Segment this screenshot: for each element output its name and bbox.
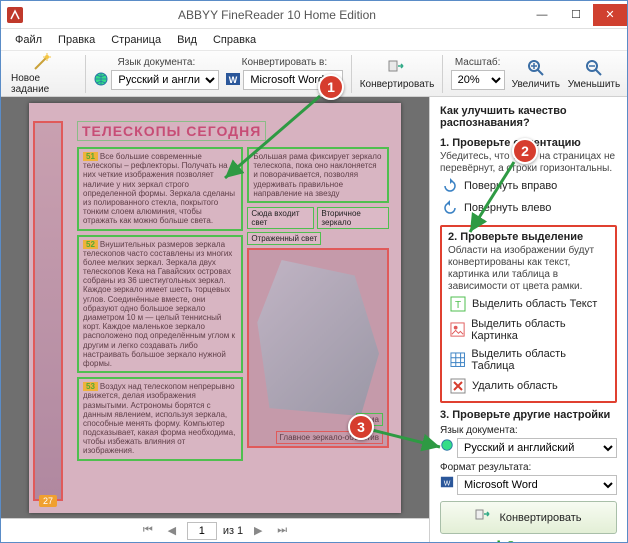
new-task-button[interactable]: Новое задание [7, 50, 77, 97]
text-region-53[interactable]: 53Воздух над телескопом непрерывно движе… [77, 377, 243, 461]
telescope-illustration [257, 260, 379, 416]
label-secondary-mirror[interactable]: Вторичное зеркало [317, 207, 389, 229]
page-total-label: из 1 [223, 525, 243, 537]
svg-text:W: W [229, 75, 238, 85]
word-icon-small: W [440, 475, 454, 495]
menu-edit[interactable]: Правка [52, 32, 101, 48]
rotate-left-icon [442, 200, 458, 216]
globe-icon [93, 71, 109, 90]
app-window: ABBYY FineReader 10 Home Edition — ☐ ✕ Ф… [0, 0, 628, 543]
callout-2: 2 [512, 138, 538, 164]
title-bar: ABBYY FineReader 10 Home Edition — ☐ ✕ [1, 1, 627, 29]
minimize-button[interactable]: — [525, 4, 559, 26]
convert-icon-small [475, 508, 491, 527]
scanned-page: ТЕЛЕСКОПЫ СЕГОДНЯ 51Все большие современ… [29, 103, 401, 513]
table-region-icon [450, 352, 465, 368]
page-number-input[interactable] [187, 522, 217, 540]
help-panel: Как улучшить качество распознавания? 1. … [429, 97, 627, 542]
side-format-select[interactable]: Microsoft Word [457, 475, 617, 495]
image-region-icon [450, 322, 465, 338]
side-format-label: Формат результата: [440, 462, 617, 473]
globe-icon-small [440, 438, 454, 458]
side-convert-button[interactable]: Конвертировать [440, 501, 617, 534]
rotate-left-action[interactable]: Повернуть влево [440, 197, 617, 219]
menu-view[interactable]: Вид [171, 32, 203, 48]
doc-language-group: Язык документа: Русский и англи [93, 57, 219, 90]
margin-image-region[interactable] [33, 121, 63, 501]
side-lang-select[interactable]: Русский и английский [457, 438, 617, 458]
document-canvas: ТЕЛЕСКОПЫ СЕГОДНЯ 51Все большие современ… [1, 97, 429, 542]
convert-icon [387, 58, 407, 78]
window-title: ABBYY FineReader 10 Home Edition [29, 8, 525, 22]
menu-bar: Файл Правка Страница Вид Справка [1, 29, 627, 51]
text-region-icon: T [450, 296, 466, 312]
zoom-in-button[interactable]: Увеличить [511, 56, 561, 92]
menu-page[interactable]: Страница [105, 32, 167, 48]
select-table-action[interactable]: Выделить область Таблица [448, 345, 609, 375]
nav-first-icon[interactable]: ⏮ [139, 523, 157, 539]
rotate-right-icon [442, 178, 458, 194]
label-reflected-light[interactable]: Отраженный свет [247, 232, 321, 245]
panel-heading: Как улучшить качество распознавания? [440, 105, 617, 129]
text-region-51[interactable]: 51Все большие современные телескопы – ре… [77, 147, 243, 231]
feedback-link[interactable]: ✚ Отзывы и предложения [440, 540, 617, 542]
delete-region-action[interactable]: Удалить область [448, 375, 609, 397]
menu-help[interactable]: Справка [207, 32, 262, 48]
menu-file[interactable]: Файл [9, 32, 48, 48]
section-3-title: 3. Проверьте другие настройки [440, 409, 617, 421]
wand-icon [32, 52, 52, 72]
close-button[interactable]: ✕ [593, 4, 627, 26]
toolbar: Новое задание Язык документа: Русский и … [1, 51, 627, 97]
zoom-group: Масштаб: 20% [451, 57, 505, 90]
select-image-action[interactable]: Выделить область Картинка [448, 315, 609, 345]
canvas-viewport[interactable]: ТЕЛЕСКОПЫ СЕГОДНЯ 51Все большие современ… [1, 97, 429, 518]
maximize-button[interactable]: ☐ [559, 4, 593, 26]
select-text-action[interactable]: T Выделить область Текст [448, 293, 609, 315]
delete-region-icon [450, 378, 466, 394]
word-icon: W [225, 71, 241, 90]
section-2-title: 2. Проверьте выделение [448, 231, 609, 243]
nav-last-icon[interactable]: ⏭ [273, 523, 291, 539]
zoom-select[interactable]: 20% [451, 70, 505, 90]
doc-language-select[interactable]: Русский и англи [111, 70, 219, 90]
zoom-out-button[interactable]: Уменьшить [567, 56, 621, 92]
workspace: ТЕЛЕСКОПЫ СЕГОДНЯ 51Все большие современ… [1, 97, 627, 542]
nav-prev-icon[interactable]: ◀ [163, 523, 181, 539]
text-region-caption-top[interactable]: Большая рама фиксирует зеркало телескопа… [247, 147, 389, 203]
callout-3: 3 [348, 414, 374, 440]
label-light-in[interactable]: Сюда входит свет [247, 207, 314, 229]
svg-text:T: T [455, 300, 461, 311]
zoom-in-icon [526, 58, 546, 78]
rotate-right-action[interactable]: Повернуть вправо [440, 175, 617, 197]
svg-text:W: W [444, 481, 451, 488]
section-selection: 2. Проверьте выделение Области на изобра… [440, 225, 617, 403]
page-number-badge: 27 [39, 495, 57, 507]
section-2-text: Области на изображении будут конвертиров… [448, 245, 609, 293]
zoom-out-icon [584, 58, 604, 78]
page-navigation: ⏮ ◀ из 1 ▶ ⏭ [1, 518, 429, 542]
plus-icon: ✚ [495, 540, 503, 542]
side-lang-label: Язык документа: [440, 425, 617, 436]
convert-button[interactable]: Конвертировать [360, 56, 433, 92]
page-heading[interactable]: ТЕЛЕСКОПЫ СЕГОДНЯ [77, 121, 266, 141]
nav-next-icon[interactable]: ▶ [249, 523, 267, 539]
app-icon [7, 7, 23, 23]
section-other: 3. Проверьте другие настройки Язык докум… [440, 409, 617, 495]
callout-1: 1 [318, 74, 344, 100]
text-region-52[interactable]: 52Внушительных размеров зеркала телескоп… [77, 235, 243, 374]
